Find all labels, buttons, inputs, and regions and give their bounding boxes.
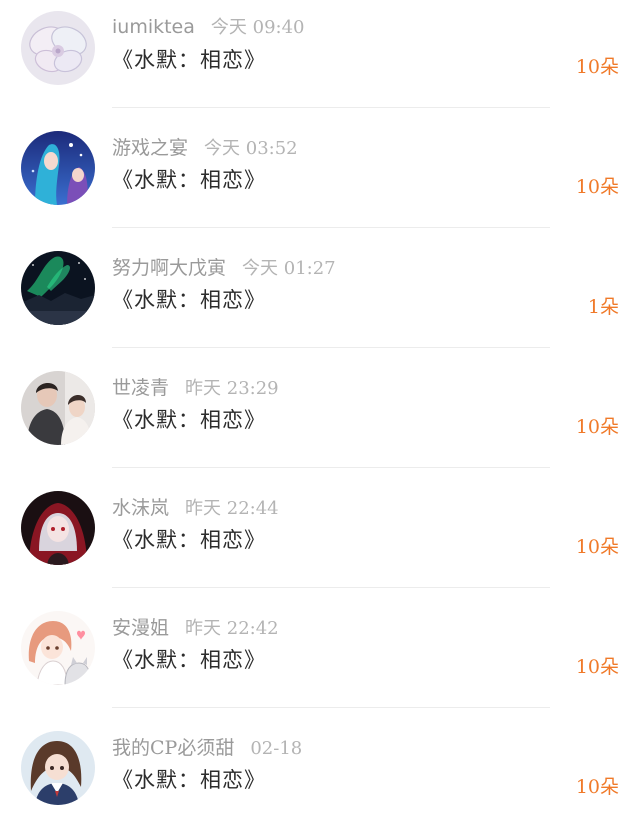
divider xyxy=(112,347,550,348)
gift-title: 《水默：相恋》 xyxy=(112,168,266,192)
flower-count: 10朵 xyxy=(575,536,619,558)
list-item[interactable]: 水沫岚 昨天 22:44 《水默：相恋》 10朵 xyxy=(0,480,640,600)
username[interactable]: 游戏之宴 xyxy=(112,133,188,160)
timestamp: 昨天 22:44 xyxy=(185,498,279,519)
list-item[interactable]: 我的CP必须甜 02-18 《水默：相恋》 10朵 xyxy=(0,720,640,840)
divider xyxy=(112,467,550,468)
divider xyxy=(112,107,550,108)
item-header: 游戏之宴 今天 03:52 xyxy=(112,133,298,163)
item-header: 水沫岚 昨天 22:44 xyxy=(112,493,279,523)
username[interactable]: iumiktea xyxy=(112,16,195,38)
anime-red-hood-avatar[interactable] xyxy=(21,491,95,565)
gift-title: 《水默：相恋》 xyxy=(112,408,266,432)
flower-count: 10朵 xyxy=(575,56,619,78)
flower-count: 1朵 xyxy=(587,296,619,318)
timestamp: 02-18 xyxy=(250,738,303,759)
list-item[interactable]: 游戏之宴 今天 03:52 《水默：相恋》 10朵 xyxy=(0,120,640,240)
username[interactable]: 世凌青 xyxy=(112,373,169,400)
item-header: 努力啊大戊寅 今天 01:27 xyxy=(112,253,336,283)
gift-title: 《水默：相恋》 xyxy=(112,288,266,312)
gift-title: 《水默：相恋》 xyxy=(112,768,266,792)
anime-girl-with-cat-avatar[interactable] xyxy=(21,611,95,685)
timestamp: 昨天 22:42 xyxy=(185,618,279,639)
username[interactable]: 我的CP必须甜 xyxy=(112,733,234,760)
username[interactable]: 安漫姐 xyxy=(112,613,169,640)
aurora-landscape-avatar[interactable] xyxy=(21,251,95,325)
anime-night-sky-avatar[interactable] xyxy=(21,131,95,205)
gift-title: 《水默：相恋》 xyxy=(112,48,266,72)
username[interactable]: 努力啊大戊寅 xyxy=(112,253,226,280)
timestamp: 昨天 23:29 xyxy=(185,378,279,399)
flower-count: 10朵 xyxy=(575,656,619,678)
item-header: 我的CP必须甜 02-18 xyxy=(112,733,302,763)
gift-title: 《水默：相恋》 xyxy=(112,648,266,672)
item-header: 世凌青 昨天 23:29 xyxy=(112,373,279,403)
flower-count: 10朵 xyxy=(575,176,619,198)
anime-schoolgirl-avatar[interactable] xyxy=(21,731,95,805)
divider xyxy=(112,707,550,708)
gift-title: 《水默：相恋》 xyxy=(112,528,266,552)
orchid-flower-avatar[interactable] xyxy=(21,11,95,85)
list-item[interactable]: iumiktea 今天 09:40 《水默：相恋》 10朵 xyxy=(0,0,640,120)
username[interactable]: 水沫岚 xyxy=(112,493,169,520)
item-header: 安漫姐 昨天 22:42 xyxy=(112,613,279,643)
timestamp: 今天 01:27 xyxy=(242,258,336,279)
item-header: iumiktea 今天 09:40 xyxy=(112,13,305,43)
timestamp: 今天 09:40 xyxy=(210,17,305,38)
flower-count: 10朵 xyxy=(575,416,619,438)
couple-photo-avatar[interactable] xyxy=(21,371,95,445)
list-item[interactable]: 世凌青 昨天 23:29 《水默：相恋》 10朵 xyxy=(0,360,640,480)
divider xyxy=(112,227,550,228)
flower-count: 10朵 xyxy=(575,776,619,798)
divider xyxy=(112,587,550,588)
list-item[interactable]: 努力啊大戊寅 今天 01:27 《水默：相恋》 1朵 xyxy=(0,240,640,360)
list-item[interactable]: 安漫姐 昨天 22:42 《水默：相恋》 10朵 xyxy=(0,600,640,720)
timestamp: 今天 03:52 xyxy=(204,138,298,159)
gift-record-list: iumiktea 今天 09:40 《水默：相恋》 10朵 游戏之宴 今天 03… xyxy=(0,0,640,823)
